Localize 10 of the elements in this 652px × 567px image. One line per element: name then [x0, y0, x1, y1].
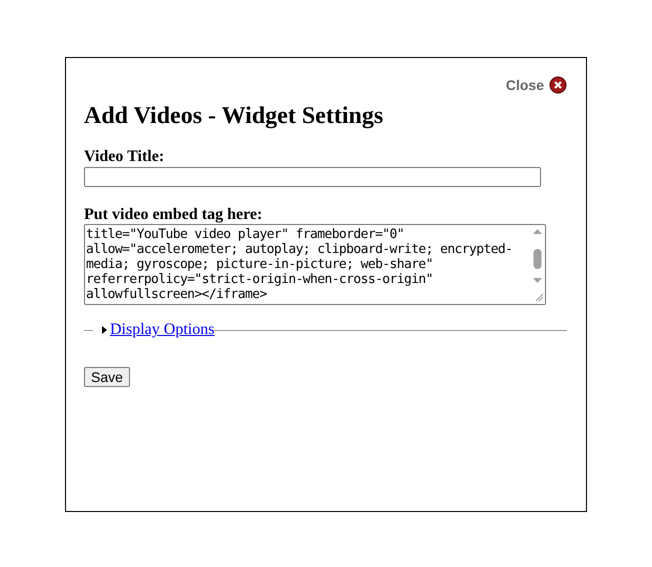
caret-right-icon [101, 326, 107, 334]
close-icon [549, 76, 567, 94]
embed-textarea[interactable]: title="YouTube video player" frameborder="0" allow="accelerometer; autoplay; clipboard-write; encrypted- media; gyroscope; picture-in-picture; web-share" referrerpolicy="strict-origin-when-cross-origin" allowfullscreen></iframe> [84, 224, 546, 305]
close-button[interactable]: Close [506, 76, 567, 94]
save-button[interactable]: Save [84, 367, 130, 387]
input-field[interactable] [84, 167, 541, 187]
field-label: Video Title: [84, 148, 166, 166]
field-label: Put video embed tag here: [84, 206, 264, 224]
dialog-title: Add Videos - Widget Settings [84, 103, 384, 130]
display-options-link[interactable]: Display Options [93, 321, 214, 339]
